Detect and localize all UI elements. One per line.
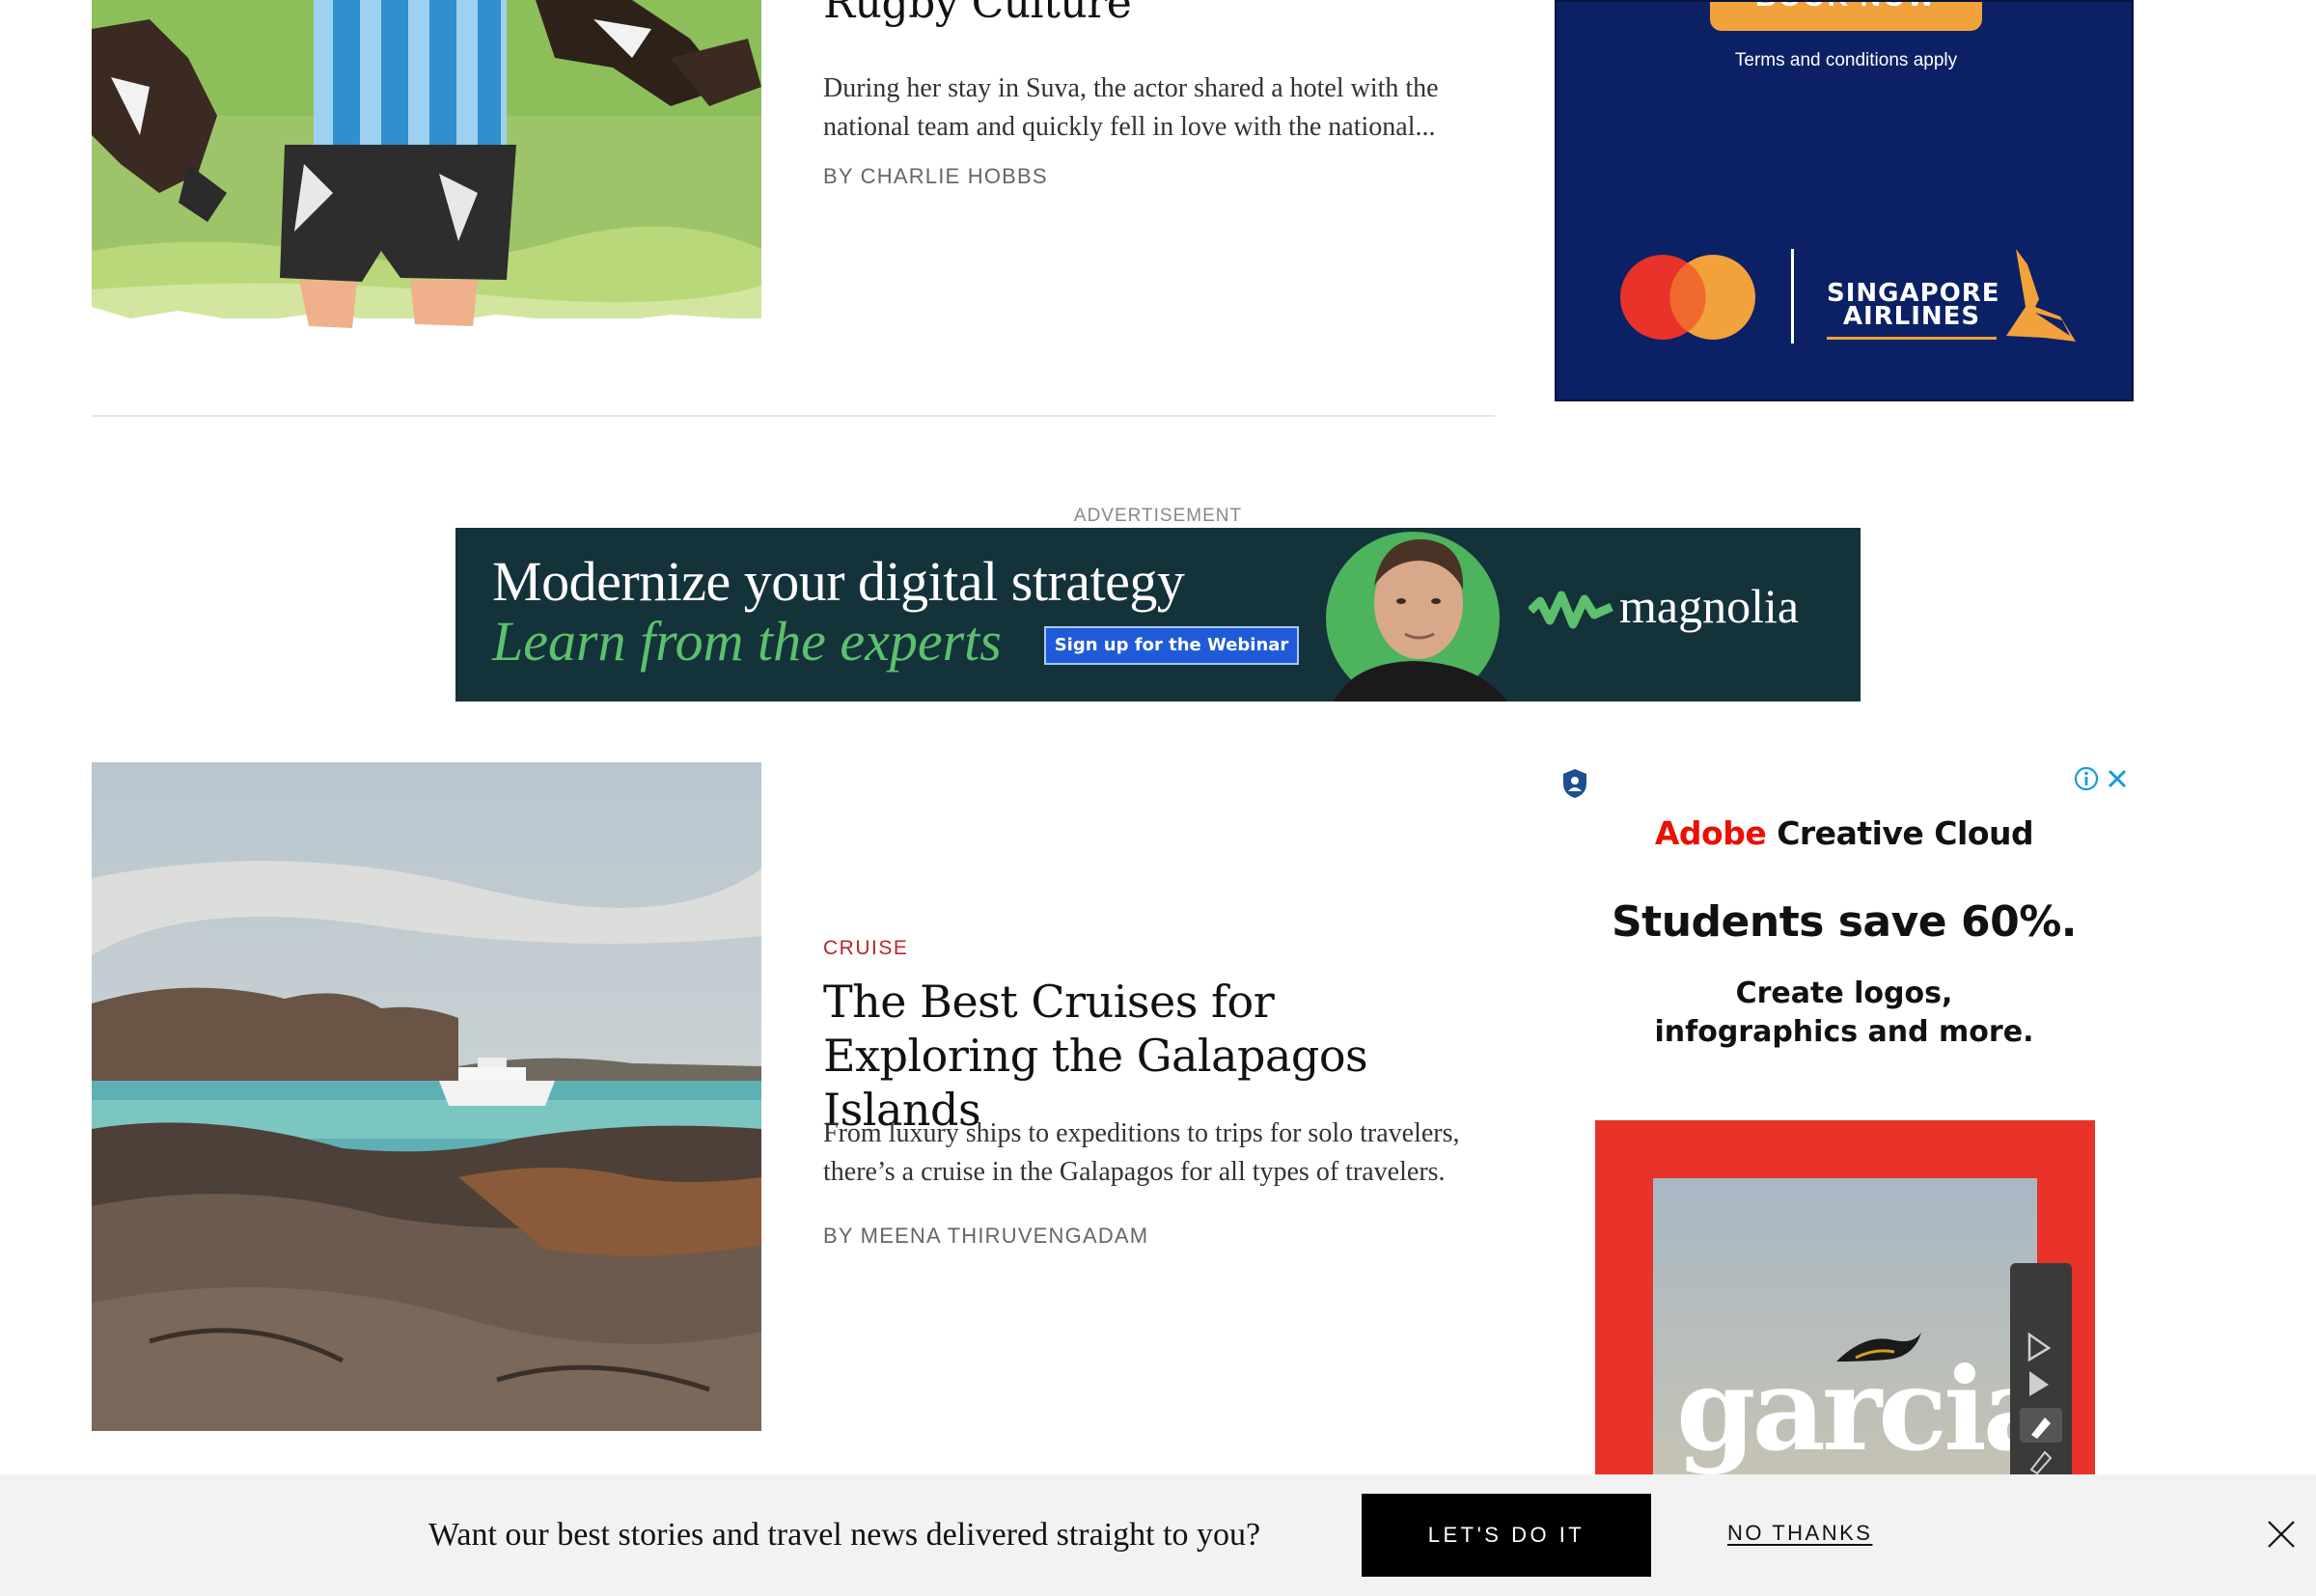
newsletter-accept-button[interactable]: LET'S DO IT [1362, 1494, 1651, 1577]
magnolia-headline: Modernize your digital strategy [492, 550, 1185, 613]
singapore-airlines-wordmark: SINGAPORE AIRLINES [1827, 279, 2000, 331]
wordmark-underline [1827, 337, 1997, 340]
logo-divider [1791, 249, 1794, 344]
singapore-airlines-bird-icon [2006, 249, 2076, 342]
webinar-signup-button[interactable]: Sign up for the Webinar [1044, 626, 1299, 665]
newsletter-decline-link[interactable]: NO THANKS [1727, 1521, 1872, 1546]
magnolia-logo-icon [1529, 591, 1613, 629]
article-1-description: During her stay in Suva, the actor share… [823, 73, 1439, 142]
adobe-brand: Adobe Creative Cloud [1654, 814, 2034, 852]
mastercard-logo-icon [1620, 255, 1755, 340]
speaker-photo [1326, 532, 1507, 702]
design-toolbar [2010, 1263, 2072, 1476]
advertisement-label: ADVERTISEMENT [1073, 506, 1243, 526]
singapore-airlines-ad[interactable]: BOOK NOW Terms and conditions apply SING… [1555, 0, 2134, 401]
article-2-byline: BY MEENA THIRUVENGADAM [823, 1224, 1149, 1248]
adobe-headline: Students save 60%. [1611, 897, 2078, 947]
info-icon[interactable] [2074, 766, 2099, 791]
article-2-title[interactable]: The Best Cruises for Exploring the Galap… [823, 975, 1499, 1137]
adobe-poster-image: garcia [1595, 1120, 2095, 1476]
article-1-title[interactable]: Rugby Culture [823, 0, 1132, 28]
article-1-byline: BY CHARLIE HOBBS [823, 164, 1048, 188]
bird-icon [1836, 1333, 1921, 1362]
newsletter-bar: Want our best stories and travel news de… [0, 1474, 2316, 1596]
close-icon[interactable] [2107, 768, 2128, 789]
newsletter-prompt: Want our best stories and travel news de… [428, 1517, 1261, 1553]
article-2-image[interactable] [92, 762, 761, 1431]
book-now-button[interactable]: BOOK NOW [1710, 2, 1982, 31]
magnolia-subheadline: Learn from the experts [492, 610, 1002, 673]
terms-text: Terms and conditions apply [1734, 50, 1958, 70]
adobe-subline: Create logos, infographics and more. [1654, 977, 2034, 1049]
adobe-ad[interactable]: Adobe Creative Cloud Students save 60%. … [1555, 762, 2134, 1476]
magnolia-banner-ad[interactable]: Modernize your digital strategy Learn fr… [455, 528, 1861, 702]
article-1-image[interactable] [92, 0, 761, 333]
article-divider [92, 415, 1495, 417]
article-2-category[interactable]: CRUISE [823, 937, 908, 960]
adchoices-shield-icon[interactable] [1560, 767, 1589, 800]
magnolia-brand: magnolia [1619, 579, 1800, 633]
article-2-description: From luxury ships to expeditions to trip… [823, 1118, 1460, 1187]
close-icon[interactable] [2266, 1519, 2297, 1550]
